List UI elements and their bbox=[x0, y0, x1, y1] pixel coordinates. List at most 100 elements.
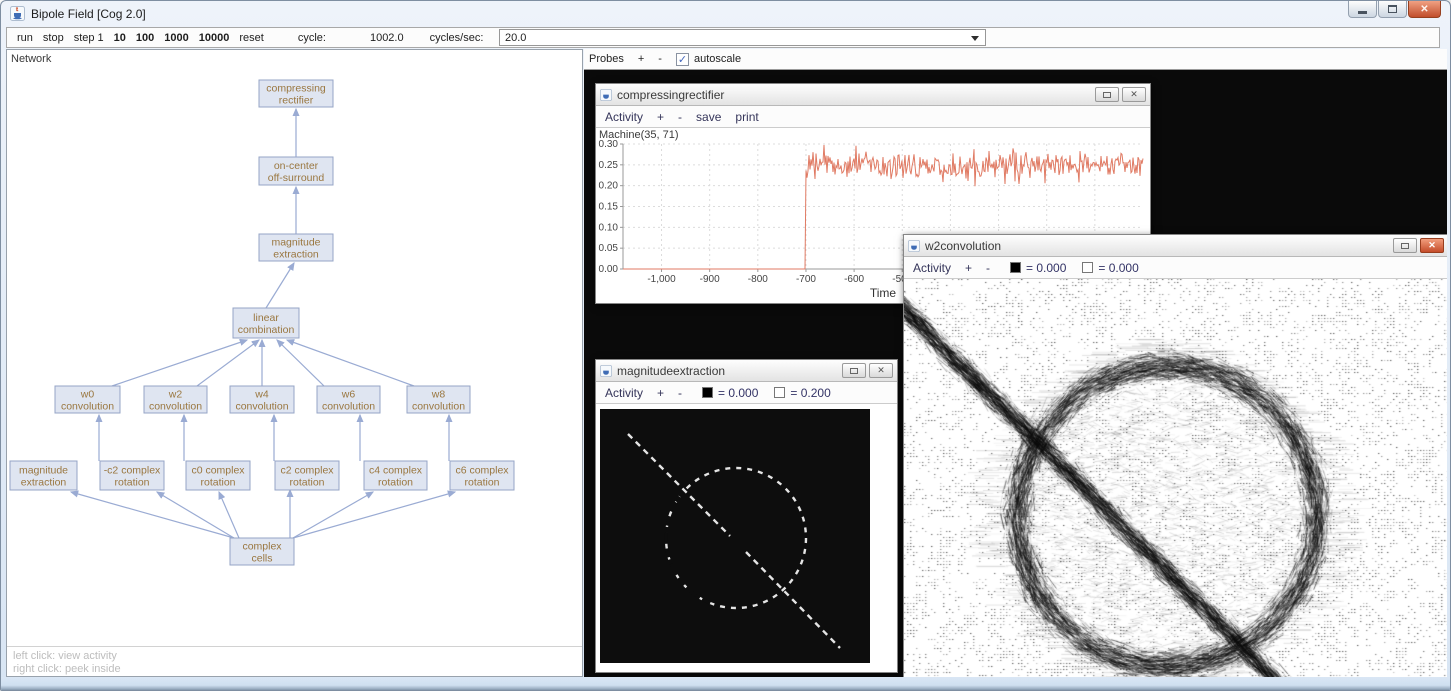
network-node-c4-complex-rotation[interactable]: c4 complexrotation bbox=[364, 461, 427, 490]
network-node-c0-complex-rotation[interactable]: c0 complexrotation bbox=[186, 461, 250, 490]
network-node-magnitude-extraction-low[interactable]: magnitudeextraction bbox=[10, 461, 77, 490]
vector-field-area bbox=[904, 279, 1447, 677]
menu-activity[interactable]: Activity bbox=[605, 386, 643, 400]
hint-right-click: right click: peek inside bbox=[13, 663, 582, 676]
y-tick-label: 0.20 bbox=[599, 181, 619, 192]
minimize-button[interactable] bbox=[1095, 87, 1119, 102]
window-titlebar[interactable]: magnitudeextraction ✕ bbox=[596, 360, 897, 382]
network-node-label: magnitude bbox=[19, 465, 68, 477]
minimize-icon bbox=[1401, 243, 1409, 249]
network-node-label: w0 bbox=[80, 389, 95, 401]
step-100-button[interactable]: 100 bbox=[136, 32, 154, 44]
check-icon: ✓ bbox=[678, 53, 687, 66]
network-node-magnitude-extraction-top[interactable]: magnitudeextraction bbox=[259, 234, 333, 261]
max-value-swatch bbox=[774, 387, 785, 398]
menu-zoom-in[interactable]: + bbox=[657, 110, 664, 124]
network-node-label: convolution bbox=[322, 401, 375, 413]
step-10-button[interactable]: 10 bbox=[114, 32, 126, 44]
window-title: magnitudeextraction bbox=[617, 364, 839, 378]
network-node-label: c6 complex bbox=[455, 465, 509, 477]
menu-zoom-out[interactable]: - bbox=[678, 386, 682, 400]
frames-per-sec-select[interactable]: 20.0 bbox=[499, 29, 986, 46]
probes-zoom-out-button[interactable]: - bbox=[658, 53, 662, 65]
probes-panel: Probes + - ✓ autoscale compressingrectif… bbox=[584, 49, 1447, 677]
network-node-w0-convolution[interactable]: w0convolution bbox=[55, 386, 120, 413]
minimize-icon bbox=[850, 368, 858, 374]
cycle-value: 1002.0 bbox=[370, 32, 404, 44]
menu-zoom-in[interactable]: + bbox=[657, 386, 664, 400]
activity-image-area bbox=[596, 404, 897, 672]
step-1-button[interactable]: step 1 bbox=[74, 32, 104, 44]
network-node-label: w6 bbox=[341, 389, 356, 401]
minimize-icon bbox=[1358, 11, 1367, 14]
window-bottom-frame bbox=[1, 677, 1450, 691]
titlebar[interactable]: Bipole Field [Cog 2.0] ✕ bbox=[1, 1, 1450, 26]
probes-zoom-in-button[interactable]: + bbox=[638, 53, 644, 65]
min-value-label: = 0.000 bbox=[1026, 261, 1066, 275]
network-edge bbox=[277, 340, 324, 386]
autoscale-checkbox[interactable]: ✓ bbox=[676, 53, 689, 66]
image-background bbox=[600, 409, 870, 663]
network-node-c6-complex-rotation[interactable]: c6 complexrotation bbox=[450, 461, 514, 490]
minimize-button[interactable] bbox=[1348, 1, 1377, 18]
minimize-button[interactable] bbox=[842, 363, 866, 378]
reset-button[interactable]: reset bbox=[239, 32, 263, 44]
menu-zoom-in[interactable]: + bbox=[965, 261, 972, 275]
network-node-w2-convolution[interactable]: w2convolution bbox=[144, 386, 207, 413]
window-titlebar[interactable]: compressingrectifier ✕ bbox=[596, 84, 1150, 106]
network-node-label: rotation bbox=[114, 477, 149, 489]
x-tick-label: -600 bbox=[844, 274, 864, 285]
max-value-label: = 0.200 bbox=[790, 386, 830, 400]
network-node-label: convolution bbox=[412, 401, 465, 413]
network-node-label: extraction bbox=[21, 477, 67, 489]
y-tick-label: 0.10 bbox=[599, 222, 619, 233]
stop-button[interactable]: stop bbox=[43, 32, 64, 44]
network-node-label: w4 bbox=[254, 389, 269, 401]
close-button[interactable]: ✕ bbox=[869, 363, 893, 378]
window-titlebar[interactable]: w2convolution ✕ bbox=[904, 235, 1447, 257]
network-node-c2-complex-rotation[interactable]: c2 complexrotation bbox=[275, 461, 339, 490]
y-tick-label: 0.25 bbox=[599, 160, 619, 171]
network-node-label: rotation bbox=[289, 477, 324, 489]
step-1000-button[interactable]: 1000 bbox=[164, 32, 188, 44]
step-10000-button[interactable]: 10000 bbox=[199, 32, 230, 44]
network-node-neg-c2-complex-rotation[interactable]: -c2 complexrotation bbox=[100, 461, 164, 490]
x-tick-label: -700 bbox=[796, 274, 816, 285]
network-node-w8-convolution[interactable]: w8convolution bbox=[407, 386, 470, 413]
menu-activity[interactable]: Activity bbox=[605, 110, 643, 124]
network-node-label: complex bbox=[242, 541, 282, 553]
network-node-label: c2 complex bbox=[280, 465, 334, 477]
max-value-swatch bbox=[1082, 262, 1093, 273]
close-button[interactable]: ✕ bbox=[1408, 1, 1441, 18]
network-node-w4-convolution[interactable]: w4convolution bbox=[230, 386, 294, 413]
network-node-compressing-rectifier[interactable]: compressingrectifier bbox=[259, 80, 333, 107]
activity-image bbox=[600, 409, 870, 663]
network-node-label: c4 complex bbox=[369, 465, 423, 477]
close-button[interactable]: ✕ bbox=[1122, 87, 1146, 102]
network-edge bbox=[71, 492, 234, 538]
max-value-label: = 0.000 bbox=[1098, 261, 1138, 275]
cycles-per-sec-label: cycles/sec: bbox=[430, 32, 484, 44]
network-node-w6-convolution[interactable]: w6convolution bbox=[317, 386, 380, 413]
probe-window-w2convolution: w2convolution ✕ Activity + - = 0.000 = 0… bbox=[903, 234, 1447, 677]
menu-print[interactable]: print bbox=[735, 110, 758, 124]
menu-zoom-out[interactable]: - bbox=[678, 110, 682, 124]
java-app-icon bbox=[10, 6, 25, 21]
window-menubar: Activity + - = 0.000 = 0.200 bbox=[596, 382, 897, 404]
window-title: compressingrectifier bbox=[617, 88, 1092, 102]
network-edge bbox=[266, 263, 294, 308]
run-button[interactable]: run bbox=[17, 32, 33, 44]
network-node-on-center-off-surround[interactable]: on-centeroff-surround bbox=[259, 157, 333, 185]
menu-zoom-out[interactable]: - bbox=[986, 261, 990, 275]
network-node-linear-combination[interactable]: linearcombination bbox=[233, 308, 299, 338]
network-node-label: rotation bbox=[378, 477, 413, 489]
menu-save[interactable]: save bbox=[696, 110, 721, 124]
network-hints: left click: view activity right click: p… bbox=[7, 646, 582, 676]
hint-left-click: left click: view activity bbox=[13, 650, 582, 663]
close-button[interactable]: ✕ bbox=[1420, 238, 1444, 253]
maximize-button[interactable] bbox=[1378, 1, 1407, 18]
minimize-button[interactable] bbox=[1393, 238, 1417, 253]
autoscale-label[interactable]: autoscale bbox=[694, 53, 741, 65]
network-node-complex-cells[interactable]: complexcells bbox=[230, 538, 294, 565]
menu-activity[interactable]: Activity bbox=[913, 261, 951, 275]
